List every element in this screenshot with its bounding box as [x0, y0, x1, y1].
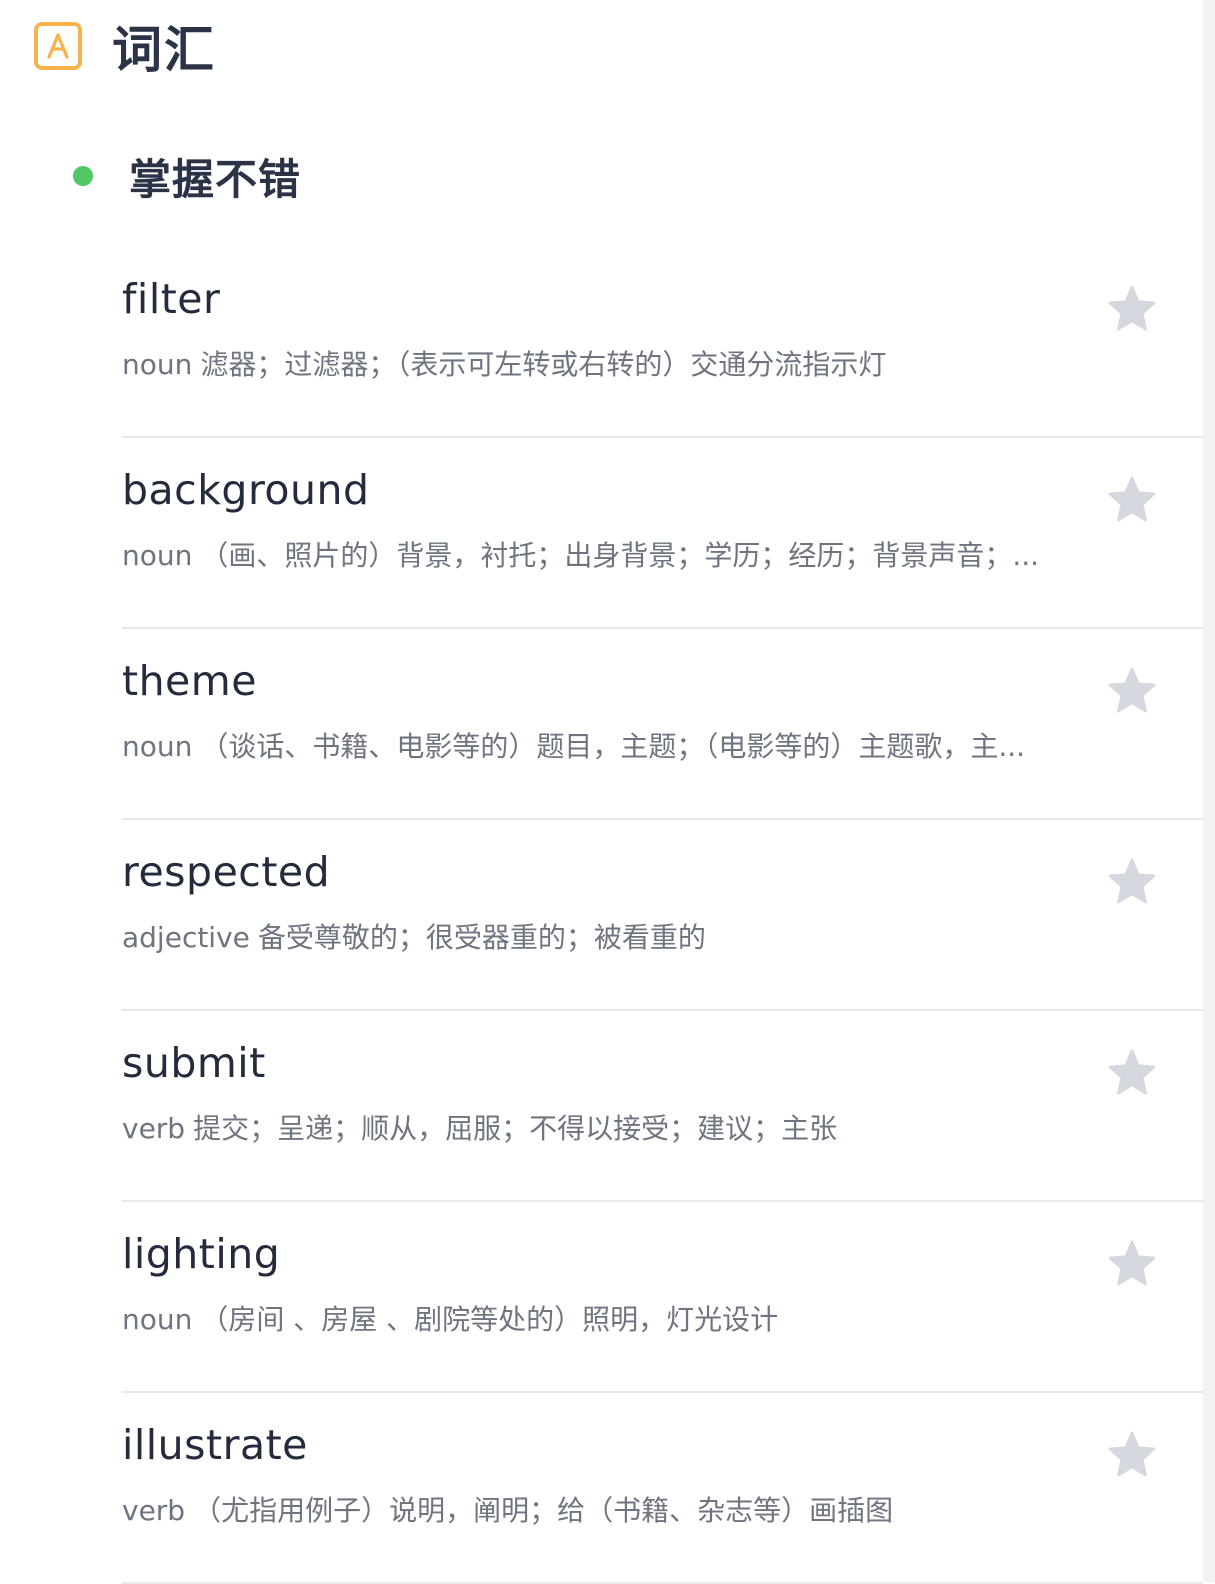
- word-definition: verb 提交；呈递；顺从，屈服；不得以接受；建议；主张: [122, 1107, 1092, 1147]
- star-button[interactable]: [1104, 1427, 1160, 1483]
- star-button[interactable]: [1104, 472, 1160, 528]
- part-of-speech: noun: [122, 1303, 193, 1336]
- star-icon: [1108, 285, 1156, 331]
- word-text: theme: [122, 657, 257, 705]
- vocab-a-icon: [34, 22, 82, 70]
- word-item[interactable]: filter noun 滤器；过滤器；（表示可左转或右转的）交通分流指示灯: [122, 247, 1203, 438]
- word-item[interactable]: illustrate verb （尤指用例子）说明，阐明；给（书籍、杂志等）画插图: [122, 1393, 1203, 1584]
- part-of-speech: noun: [122, 348, 193, 381]
- part-of-speech: verb: [122, 1494, 186, 1527]
- word-meaning: （画、照片的）背景，衬托；出身背景；学历；经历；背景声音；...: [200, 539, 1040, 572]
- star-button[interactable]: [1104, 1236, 1160, 1292]
- word-item[interactable]: lighting noun （房间 、房屋 、剧院等处的）照明，灯光设计: [122, 1202, 1203, 1393]
- section-header: 掌握不错: [73, 146, 301, 206]
- star-icon: [1108, 667, 1156, 713]
- status-dot: [73, 166, 93, 186]
- word-text: illustrate: [122, 1421, 308, 1469]
- word-meaning: 滤器；过滤器；（表示可左转或右转的）交通分流指示灯: [200, 348, 887, 381]
- word-meaning: （谈话、书籍、电影等的）题目，主题；（电影等的）主题歌，主...: [200, 730, 1026, 763]
- word-item[interactable]: theme noun （谈话、书籍、电影等的）题目，主题；（电影等的）主题歌，主.…: [122, 629, 1203, 820]
- section-title: 掌握不错: [129, 154, 302, 204]
- word-meaning: （尤指用例子）说明，阐明；给（书籍、杂志等）画插图: [193, 1494, 894, 1527]
- word-text: lighting: [122, 1230, 281, 1278]
- word-definition: noun 滤器；过滤器；（表示可左转或右转的）交通分流指示灯: [122, 343, 1092, 383]
- word-definition: noun （谈话、书籍、电影等的）题目，主题；（电影等的）主题歌，主...: [122, 725, 1092, 765]
- word-item[interactable]: submit verb 提交；呈递；顺从，屈服；不得以接受；建议；主张: [122, 1011, 1203, 1202]
- word-meaning: 提交；呈递；顺从，屈服；不得以接受；建议；主张: [193, 1112, 838, 1145]
- star-button[interactable]: [1104, 1045, 1160, 1101]
- scroll-edge: [1203, 0, 1215, 1582]
- part-of-speech: adjective: [122, 921, 250, 954]
- part-of-speech: noun: [122, 539, 193, 572]
- word-item[interactable]: background noun （画、照片的）背景，衬托；出身背景；学历；经历；背…: [122, 438, 1203, 629]
- star-icon: [1108, 1431, 1156, 1477]
- word-definition: verb （尤指用例子）说明，阐明；给（书籍、杂志等）画插图: [122, 1489, 1092, 1529]
- part-of-speech: noun: [122, 730, 193, 763]
- word-definition: noun （画、照片的）背景，衬托；出身背景；学历；经历；背景声音；...: [122, 534, 1092, 574]
- star-button[interactable]: [1104, 281, 1160, 337]
- word-meaning: 备受尊敬的；很受器重的；被看重的: [257, 921, 706, 954]
- page-header: 词汇: [34, 16, 216, 79]
- star-icon: [1108, 1240, 1156, 1286]
- star-icon: [1108, 1049, 1156, 1095]
- word-definition: noun （房间 、房屋 、剧院等处的）照明，灯光设计: [122, 1298, 1092, 1338]
- part-of-speech: verb: [122, 1112, 186, 1145]
- word-item[interactable]: respected adjective 备受尊敬的；很受器重的；被看重的: [122, 820, 1203, 1011]
- word-list: filter noun 滤器；过滤器；（表示可左转或右转的）交通分流指示灯 bac…: [122, 247, 1203, 1584]
- star-icon: [1108, 476, 1156, 522]
- star-button[interactable]: [1104, 854, 1160, 910]
- word-text: respected: [122, 848, 331, 896]
- star-button[interactable]: [1104, 663, 1160, 719]
- page-title: 词汇: [112, 21, 216, 79]
- word-text: background: [122, 466, 370, 514]
- word-meaning: （房间 、房屋 、剧院等处的）照明，灯光设计: [200, 1303, 779, 1336]
- word-definition: adjective 备受尊敬的；很受器重的；被看重的: [122, 916, 1092, 956]
- star-icon: [1108, 858, 1156, 904]
- word-text: filter: [122, 275, 221, 323]
- word-text: submit: [122, 1039, 266, 1087]
